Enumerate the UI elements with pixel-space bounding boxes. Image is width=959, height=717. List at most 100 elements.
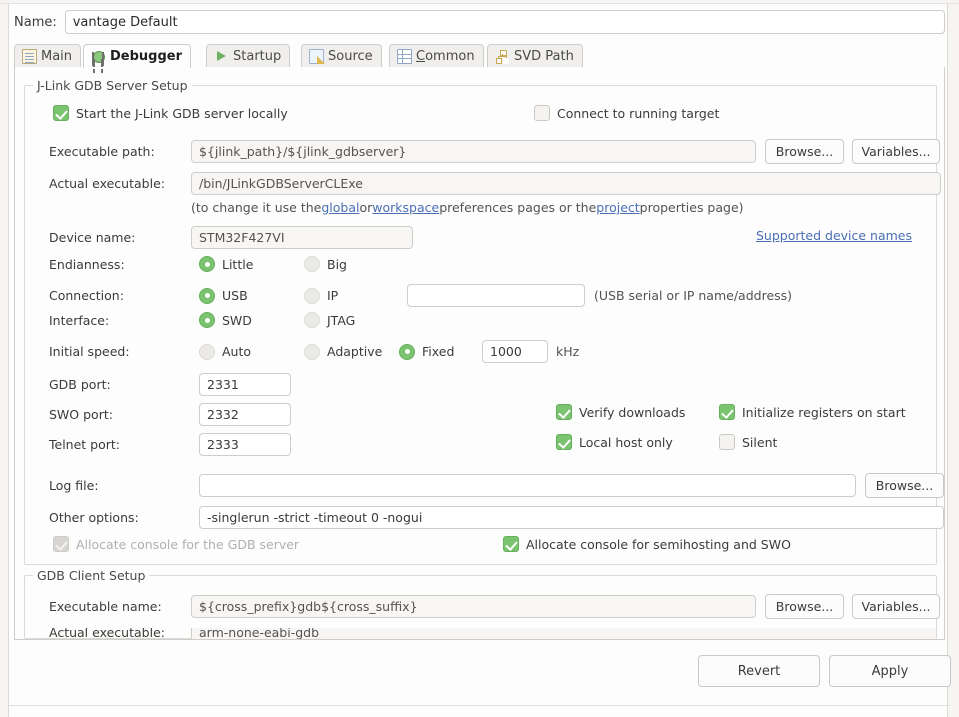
swo-port-row: SWO port: 2332 xyxy=(49,403,291,426)
initialize-registers-checkbox-row[interactable]: Initialize registers on start xyxy=(719,404,906,420)
connect-running-target-label: Connect to running target xyxy=(557,106,719,121)
local-host-only-label: Local host only xyxy=(579,435,673,450)
actual-executable-input: /bin/JLinkGDBServerCLExe xyxy=(191,172,941,195)
tab-common-label: Common xyxy=(416,49,475,64)
gdb-port-input[interactable]: 2331 xyxy=(199,373,291,396)
initial-speed-radio-fixed[interactable]: Fixed xyxy=(399,344,482,360)
gdb-client-executable-name-input[interactable]: ${cross_prefix}gdb${cross_suffix} xyxy=(191,595,756,618)
debug-configuration-dialog: Name: vantage Default Main Debugger Star… xyxy=(0,0,959,717)
endianness-radio-little[interactable]: Little xyxy=(199,256,304,272)
endianness-radio-big[interactable]: Big xyxy=(304,256,347,272)
gdb-port-label: GDB port: xyxy=(49,377,199,392)
silent-checkbox[interactable]: Silent xyxy=(719,434,777,450)
tab-debugger[interactable]: Debugger xyxy=(83,44,191,68)
jlink-gdb-server-setup-group: J-Link GDB Server Setup Start the J-Link… xyxy=(24,85,937,565)
local-host-only-checkbox-row[interactable]: Local host only xyxy=(556,434,673,450)
executable-path-browse-button[interactable]: Browse... xyxy=(765,139,844,164)
initialize-registers-label: Initialize registers on start xyxy=(742,405,906,420)
tab-main[interactable]: Main xyxy=(14,44,81,68)
initialize-registers-checkbox[interactable]: Initialize registers on start xyxy=(719,404,906,420)
grid-icon xyxy=(397,49,412,64)
executable-path-variables-button[interactable]: Variables... xyxy=(852,139,940,164)
initial-speed-adaptive-label: Adaptive xyxy=(327,344,382,359)
gdb-client-actual-executable-clipped-row: Actual executable: arm-none-eabi-gdb xyxy=(25,628,936,640)
connection-radio-ip[interactable]: IP xyxy=(304,288,407,304)
other-options-label: Other options: xyxy=(49,510,199,525)
radio-box xyxy=(199,256,215,272)
connect-running-target-checkbox[interactable]: Connect to running target xyxy=(534,105,719,121)
project-properties-link[interactable]: project xyxy=(596,200,639,215)
document-icon xyxy=(22,49,37,64)
bug-icon xyxy=(91,49,106,64)
connection-ip-label: IP xyxy=(327,288,338,303)
start-server-checkbox-row[interactable]: Start the J-Link GDB server locally xyxy=(53,105,288,121)
radio-box xyxy=(304,288,320,304)
start-server-checkbox[interactable]: Start the J-Link GDB server locally xyxy=(53,105,288,121)
debugger-tab-panel: J-Link GDB Server Setup Start the J-Link… xyxy=(14,67,945,640)
connection-radio-usb[interactable]: USB xyxy=(199,288,304,304)
checkbox-box xyxy=(556,434,572,450)
tab-startup[interactable]: Startup xyxy=(206,44,290,68)
endianness-label: Endianness: xyxy=(49,257,199,272)
checkbox-box xyxy=(503,536,519,552)
hint-mid-2: preferences pages or the xyxy=(439,200,596,215)
supported-device-names-link[interactable]: Supported device names xyxy=(756,228,912,243)
initial-speed-radio-adaptive[interactable]: Adaptive xyxy=(304,344,399,360)
name-input[interactable]: vantage Default xyxy=(65,10,945,34)
radio-box xyxy=(399,344,415,360)
hint-suffix: properties page) xyxy=(640,200,744,215)
connection-address-input[interactable] xyxy=(407,284,585,307)
actual-executable-row: Actual executable: /bin/JLinkGDBServerCL… xyxy=(49,172,941,195)
tab-source[interactable]: Source xyxy=(301,44,382,68)
name-label: Name: xyxy=(14,15,57,30)
interface-row: Interface: SWD JTAG xyxy=(49,312,355,328)
gdb-port-row: GDB port: 2331 xyxy=(49,373,291,396)
interface-radio-jtag[interactable]: JTAG xyxy=(304,312,355,328)
checkbox-box xyxy=(719,434,735,450)
radio-box xyxy=(304,344,320,360)
change-executable-hint: (to change it use the global or workspac… xyxy=(191,200,744,215)
telnet-port-label: Telnet port: xyxy=(49,437,199,452)
silent-checkbox-row[interactable]: Silent xyxy=(719,434,777,450)
tab-svd-path[interactable]: SVD Path xyxy=(487,44,583,68)
allocate-console-semihosting-checkbox[interactable]: Allocate console for semihosting and SWO xyxy=(503,536,791,552)
executable-path-row: Executable path: ${jlink_path}/${jlink_g… xyxy=(49,139,940,164)
initial-speed-radio-auto[interactable]: Auto xyxy=(199,344,304,360)
gdb-client-executable-name-row: Executable name: ${cross_prefix}gdb${cro… xyxy=(49,594,940,619)
log-file-input[interactable] xyxy=(199,474,856,497)
interface-radio-swd[interactable]: SWD xyxy=(199,312,304,328)
device-name-row: Device name: STM32F427VI xyxy=(49,226,413,249)
swo-port-input[interactable]: 2332 xyxy=(199,403,291,426)
dialog-top-edge xyxy=(0,0,959,4)
allocate-console-semihosting-row[interactable]: Allocate console for semihosting and SWO xyxy=(503,536,791,552)
log-file-browse-button[interactable]: Browse... xyxy=(865,473,944,498)
other-options-row: Other options: -singlerun -strict -timeo… xyxy=(49,506,944,529)
workspace-preferences-link[interactable]: workspace xyxy=(372,200,439,215)
gdb-client-variables-button[interactable]: Variables... xyxy=(852,594,940,619)
log-file-row: Log file: Browse... xyxy=(49,473,944,498)
other-options-input[interactable]: -singlerun -strict -timeout 0 -nogui xyxy=(199,506,944,529)
gdb-client-browse-button[interactable]: Browse... xyxy=(765,594,844,619)
global-preferences-link[interactable]: global xyxy=(321,200,359,215)
telnet-port-input[interactable]: 2333 xyxy=(199,433,291,456)
device-name-input[interactable]: STM32F427VI xyxy=(191,226,413,249)
tab-common[interactable]: Common xyxy=(389,44,484,68)
footer-separator xyxy=(9,705,950,706)
revert-button[interactable]: Revert xyxy=(698,655,820,687)
connect-running-target-checkbox-row[interactable]: Connect to running target xyxy=(534,105,719,121)
gdb-client-executable-name-label: Executable name: xyxy=(49,599,191,614)
endianness-little-label: Little xyxy=(222,257,253,272)
initial-speed-fixed-input[interactable]: 1000 xyxy=(482,340,548,363)
tree-icon xyxy=(495,49,510,64)
tab-common-mnemonic: C xyxy=(416,49,425,64)
checkbox-box xyxy=(556,404,572,420)
apply-button[interactable]: Apply xyxy=(829,655,951,687)
tab-main-label: Main xyxy=(41,49,72,64)
local-host-only-checkbox[interactable]: Local host only xyxy=(556,434,673,450)
executable-path-input[interactable]: ${jlink_path}/${jlink_gdbserver} xyxy=(191,140,756,163)
tab-svd-path-label: SVD Path xyxy=(514,49,574,64)
verify-downloads-label: Verify downloads xyxy=(579,405,685,420)
verify-downloads-checkbox[interactable]: Verify downloads xyxy=(556,404,685,420)
initial-speed-auto-label: Auto xyxy=(222,344,251,359)
verify-downloads-checkbox-row[interactable]: Verify downloads xyxy=(556,404,685,420)
